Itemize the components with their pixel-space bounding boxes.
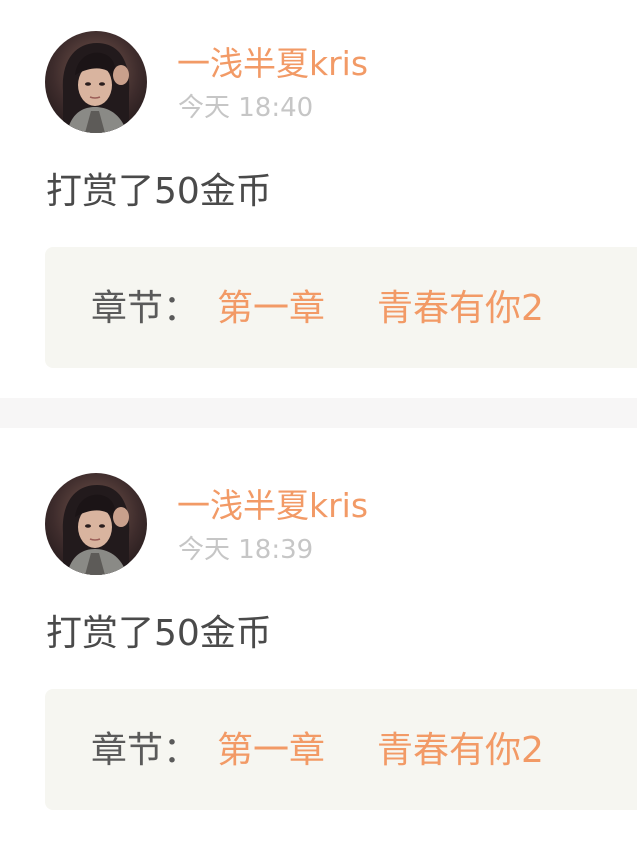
user-avatar[interactable] xyxy=(45,31,147,133)
reward-feed: 一浅半夏kris 今天 18:40 打赏了50金币 章节： 第一章 青春有你2 xyxy=(0,0,637,844)
username[interactable]: 一浅半夏kris xyxy=(177,486,368,526)
reward-message: 打赏了50金币 xyxy=(46,171,272,212)
feed-item: 一浅半夏kris 今天 18:40 打赏了50金币 章节： 第一章 青春有你2 xyxy=(0,0,637,398)
chapter-label: 章节： xyxy=(91,288,200,329)
avatar-photo xyxy=(45,473,147,575)
feed-divider xyxy=(0,398,637,428)
chapter-link[interactable]: 章节： 第一章 青春有你2 xyxy=(45,689,637,810)
reward-message: 打赏了50金币 xyxy=(46,613,272,654)
chapter-label: 章节： xyxy=(91,730,200,771)
username[interactable]: 一浅半夏kris xyxy=(177,44,368,84)
chapter-link[interactable]: 章节： 第一章 青春有你2 xyxy=(45,247,637,368)
timestamp: 今天 18:40 xyxy=(178,93,314,123)
chapter-title: 青春有你2 xyxy=(377,730,544,771)
chapter-title: 青春有你2 xyxy=(377,288,544,329)
timestamp: 今天 18:39 xyxy=(178,535,314,565)
chapter-name: 第一章 xyxy=(217,730,326,771)
feed-item: 一浅半夏kris 今天 18:39 打赏了50金币 章节： 第一章 青春有你2 xyxy=(0,428,637,844)
chapter-name: 第一章 xyxy=(217,288,326,329)
avatar-photo xyxy=(45,31,147,133)
user-avatar[interactable] xyxy=(45,473,147,575)
